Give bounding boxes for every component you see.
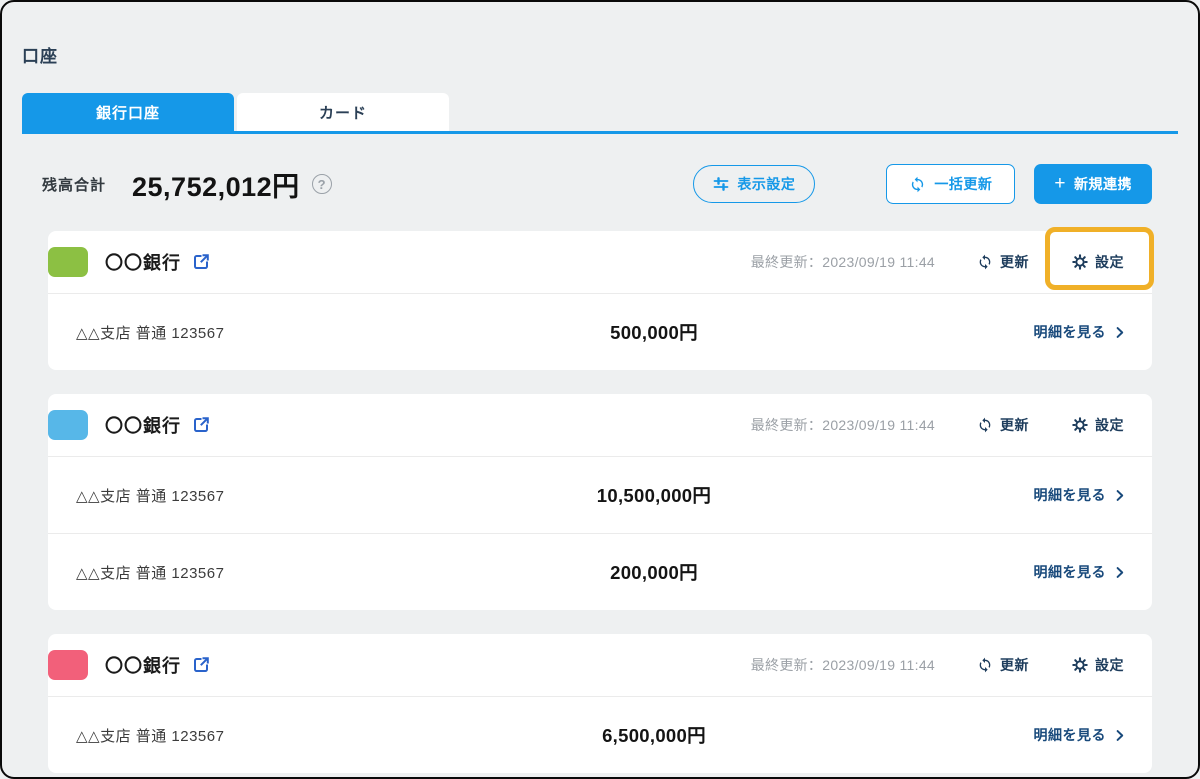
bulk-update-button[interactable]: 一括更新 (886, 164, 1015, 204)
view-details-link[interactable]: 明細を見る (1034, 562, 1125, 582)
bank-color-tag (48, 247, 88, 277)
sliders-icon (713, 176, 729, 192)
refresh-icon (977, 254, 993, 270)
refresh-icon (977, 417, 993, 433)
last-updated-text: 最終更新：2023/09/19 11:44 (751, 655, 935, 675)
update-button[interactable]: 更新 (977, 252, 1029, 272)
branch-info: △△支店 普通 123567 (76, 562, 436, 583)
display-settings-button[interactable]: 表示設定 (693, 165, 815, 203)
account-card-header: 〇〇銀行 最終更新：2023/09/19 11:44 更新 設定 (48, 634, 1152, 696)
account-card-list: 〇〇銀行 最終更新：2023/09/19 11:44 更新 設定 (48, 231, 1152, 773)
last-updated-text: 最終更新：2023/09/19 11:44 (751, 415, 935, 435)
external-link-icon[interactable] (191, 415, 211, 435)
external-link-icon[interactable] (191, 655, 211, 675)
question-circle-icon[interactable]: ? (312, 174, 332, 194)
settings-button[interactable]: 設定 (1072, 655, 1124, 675)
gear-icon (1072, 657, 1088, 673)
bank-color-tag (48, 650, 88, 680)
chevron-right-icon (1116, 729, 1124, 742)
account-row: △△支店 普通 123567 6,500,000円 明細を見る (48, 696, 1152, 773)
account-row: △△支店 普通 123567 10,500,000円 明細を見る (48, 456, 1152, 533)
bulk-update-label: 一括更新 (934, 174, 992, 194)
tab-bar: 銀行口座 カード (22, 93, 1178, 134)
account-balance: 6,500,000円 (436, 722, 872, 748)
tab-cards[interactable]: カード (237, 93, 449, 131)
balance-total-amount: 25,752,012円 (132, 165, 300, 204)
balance-summary-row: 残高合計 25,752,012円 ? 表示設定 一括更新 + 新規連携 (42, 164, 1152, 204)
page-title: 口座 (22, 42, 1178, 67)
account-card-header: 〇〇銀行 最終更新：2023/09/19 11:44 更新 設定 (48, 231, 1152, 293)
chevron-right-icon (1116, 489, 1124, 502)
view-details-link[interactable]: 明細を見る (1034, 725, 1125, 745)
gear-icon (1072, 417, 1088, 433)
refresh-icon (909, 176, 926, 193)
view-details-link[interactable]: 明細を見る (1034, 322, 1125, 342)
update-button[interactable]: 更新 (977, 415, 1029, 435)
tab-bank-accounts[interactable]: 銀行口座 (22, 93, 234, 131)
update-button[interactable]: 更新 (977, 655, 1029, 675)
gear-icon (1072, 254, 1088, 270)
account-balance: 500,000円 (436, 319, 872, 345)
accounts-page: 口座 銀行口座 カード 残高合計 25,752,012円 ? 表示設定 一括更新… (2, 42, 1198, 773)
branch-info: △△支店 普通 123567 (76, 485, 436, 506)
bank-name: 〇〇銀行 (105, 652, 181, 678)
plus-icon: + (1054, 174, 1066, 193)
account-balance: 200,000円 (436, 559, 872, 585)
account-row: △△支店 普通 123567 500,000円 明細を見る (48, 293, 1152, 370)
toolbar: 表示設定 一括更新 + 新規連携 (693, 164, 1152, 204)
bank-color-tag (48, 410, 88, 440)
bank-name: 〇〇銀行 (105, 412, 181, 438)
settings-button[interactable]: 設定 (1072, 415, 1124, 435)
chevron-right-icon (1116, 326, 1124, 339)
branch-info: △△支店 普通 123567 (76, 322, 436, 343)
settings-button[interactable]: 設定 (1072, 252, 1124, 272)
account-card: 〇〇銀行 最終更新：2023/09/19 11:44 更新 設定 (48, 231, 1152, 370)
balance-total-label: 残高合計 (42, 174, 106, 195)
display-settings-label: 表示設定 (737, 174, 795, 194)
branch-info: △△支店 普通 123567 (76, 725, 436, 746)
new-link-label: 新規連携 (1074, 174, 1132, 194)
last-updated-text: 最終更新：2023/09/19 11:44 (751, 252, 935, 272)
new-link-button[interactable]: + 新規連携 (1034, 164, 1152, 204)
account-card-header: 〇〇銀行 最終更新：2023/09/19 11:44 更新 設定 (48, 394, 1152, 456)
tab-label: カード (319, 102, 367, 123)
chevron-right-icon (1116, 566, 1124, 579)
bank-name: 〇〇銀行 (105, 249, 181, 275)
tab-label: 銀行口座 (96, 102, 160, 123)
view-details-link[interactable]: 明細を見る (1034, 485, 1125, 505)
account-row: △△支店 普通 123567 200,000円 明細を見る (48, 533, 1152, 610)
account-balance: 10,500,000円 (436, 482, 872, 508)
account-card: 〇〇銀行 最終更新：2023/09/19 11:44 更新 設定 (48, 394, 1152, 610)
refresh-icon (977, 657, 993, 673)
account-card: 〇〇銀行 最終更新：2023/09/19 11:44 更新 設定 (48, 634, 1152, 773)
external-link-icon[interactable] (191, 252, 211, 272)
